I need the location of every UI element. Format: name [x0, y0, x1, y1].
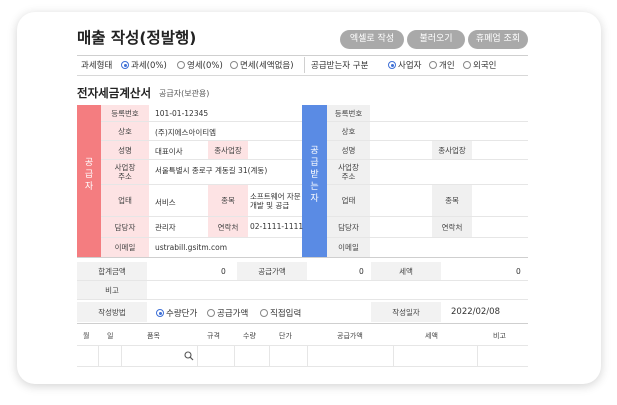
supplier-manager-label: 담당자 — [101, 217, 149, 237]
invoice-card: 매출 작성(정발행) 엑셀로 작성 불러오기 휴폐업 조회 과세형태 과세(0%… — [17, 12, 601, 384]
invoice-title: 전자세금계산서 — [77, 86, 152, 100]
tax-type-label: 과세형태 — [81, 61, 113, 71]
supplier-branch-label: 종사업장 — [208, 141, 248, 159]
divider — [307, 346, 308, 366]
col-unit-price: 단가 — [279, 332, 292, 340]
total-amount: 0 — [221, 267, 226, 276]
supplier-biz-item[interactable]: 소프트웨어 자문 개발 및 공급 — [250, 192, 302, 210]
supplier-biz-type[interactable]: 서비스 — [155, 197, 176, 208]
supplier-ceo-label: 성명 — [101, 141, 149, 159]
divider — [234, 346, 235, 366]
divider — [77, 299, 528, 300]
receiver-type-label: 공급받는자 구분 — [311, 61, 369, 71]
divider — [77, 323, 528, 324]
radio-icon — [463, 61, 471, 69]
tax-type-zero-radio[interactable]: 영세(0%) — [177, 59, 223, 71]
supplier-email-label: 이메일 — [101, 238, 149, 257]
excel-write-button[interactable]: 엑셀로 작성 — [340, 30, 404, 49]
col-qty: 수량 — [243, 332, 256, 340]
method-direct-radio[interactable]: 직접입력 — [260, 307, 301, 319]
receiver-biz-type-label: 업태 — [327, 185, 370, 216]
divider — [77, 257, 528, 258]
receiver-address-label: 사업장 주소 — [327, 160, 370, 184]
divider — [393, 346, 394, 366]
supplier-company[interactable]: (주)지에스아이티엠 — [155, 127, 216, 138]
receiver-email-label: 이메일 — [327, 238, 370, 257]
tax-type-taxable-radio[interactable]: 과세(0%) — [121, 59, 167, 71]
supply-amount: 0 — [359, 267, 364, 276]
page-title: 매출 작성(정발행) — [77, 29, 197, 47]
divider — [77, 55, 528, 56]
tax-amount: 0 — [516, 267, 521, 276]
method-supply-radio[interactable]: 공급가액 — [207, 307, 248, 319]
radio-icon — [230, 61, 238, 69]
receiver-phone-label: 연락처 — [432, 217, 472, 237]
receiver-manager-label: 담당자 — [327, 217, 370, 237]
supplier-reg-no-label: 등록번호 — [101, 105, 149, 121]
receiver-business-radio[interactable]: 사업자 — [388, 59, 421, 71]
col-item: 품목 — [147, 332, 160, 340]
supplier-email[interactable]: ustrabill.gsitm.com — [155, 243, 227, 252]
supplier-company-label: 상호 — [101, 122, 149, 140]
receiver-biz-item-label: 종목 — [432, 185, 472, 216]
supplier-ceo[interactable]: 대표이사 — [155, 146, 183, 157]
radio-icon — [177, 61, 185, 69]
date-value[interactable]: 2022/02/08 — [451, 307, 500, 317]
col-tax: 세액 — [425, 332, 438, 340]
divider — [121, 346, 122, 366]
method-qty-price-radio[interactable]: 수량단가 — [156, 307, 197, 319]
divider — [477, 346, 478, 366]
radio-selected-icon — [156, 309, 164, 317]
receiver-individual-radio[interactable]: 개인 — [429, 59, 455, 71]
divider — [98, 346, 99, 366]
radio-icon — [260, 309, 268, 317]
divider — [197, 346, 198, 366]
note-label: 비고 — [77, 281, 147, 299]
col-spec: 규격 — [207, 332, 220, 340]
receiver-foreigner-radio[interactable]: 외국인 — [463, 59, 496, 71]
supplier-manager[interactable]: 관리자 — [155, 222, 176, 233]
receiver-branch-label: 종사업장 — [432, 141, 472, 159]
col-day: 일 — [107, 332, 114, 340]
tax-type-exempt-radio[interactable]: 면세(세액없음) — [230, 59, 294, 71]
col-month: 월 — [83, 332, 90, 340]
supply-amount-label: 공급가액 — [237, 262, 307, 280]
divider — [77, 366, 528, 367]
supplier-phone[interactable]: 02-1111-1111 — [250, 222, 303, 231]
radio-selected-icon — [388, 61, 396, 69]
method-label: 작성방법 — [77, 302, 147, 322]
load-button[interactable]: 불러오기 — [407, 30, 465, 49]
divider — [77, 75, 528, 76]
radio-icon — [429, 61, 437, 69]
invoice-subtitle: 공급자(보관용) — [159, 89, 210, 98]
supplier-biz-type-label: 업태 — [101, 185, 149, 216]
col-supply: 공급가액 — [337, 332, 363, 340]
divider — [269, 346, 270, 366]
date-label: 작성일자 — [371, 302, 441, 322]
search-icon[interactable] — [184, 351, 194, 361]
tax-amount-label: 세액 — [371, 262, 441, 280]
supplier-biz-item-label: 종목 — [208, 185, 248, 216]
supplier-side-bar: 공급자 — [77, 105, 101, 257]
total-label: 합계금액 — [77, 262, 147, 280]
divider — [77, 345, 528, 346]
supplier-side-label: 공급자 — [84, 158, 94, 192]
col-note: 비고 — [493, 332, 506, 340]
divider — [304, 57, 305, 73]
supplier-address[interactable]: 서울특별시 종로구 계동길 31(계동) — [155, 165, 267, 176]
receiver-company-label: 상호 — [327, 122, 370, 140]
supplier-reg-no[interactable]: 101-01-12345 — [155, 109, 208, 118]
supplier-address-label: 사업장 주소 — [101, 160, 149, 184]
closure-check-button[interactable]: 휴폐업 조회 — [468, 30, 528, 49]
receiver-reg-no-label: 등록번호 — [327, 105, 370, 121]
supplier-phone-label: 연락처 — [208, 217, 248, 237]
receiver-side-label: 공급받는자 — [310, 146, 319, 204]
radio-selected-icon — [121, 61, 129, 69]
receiver-ceo-label: 성명 — [327, 141, 370, 159]
receiver-side-bar: 공급받는자 — [302, 105, 327, 257]
radio-icon — [207, 309, 215, 317]
